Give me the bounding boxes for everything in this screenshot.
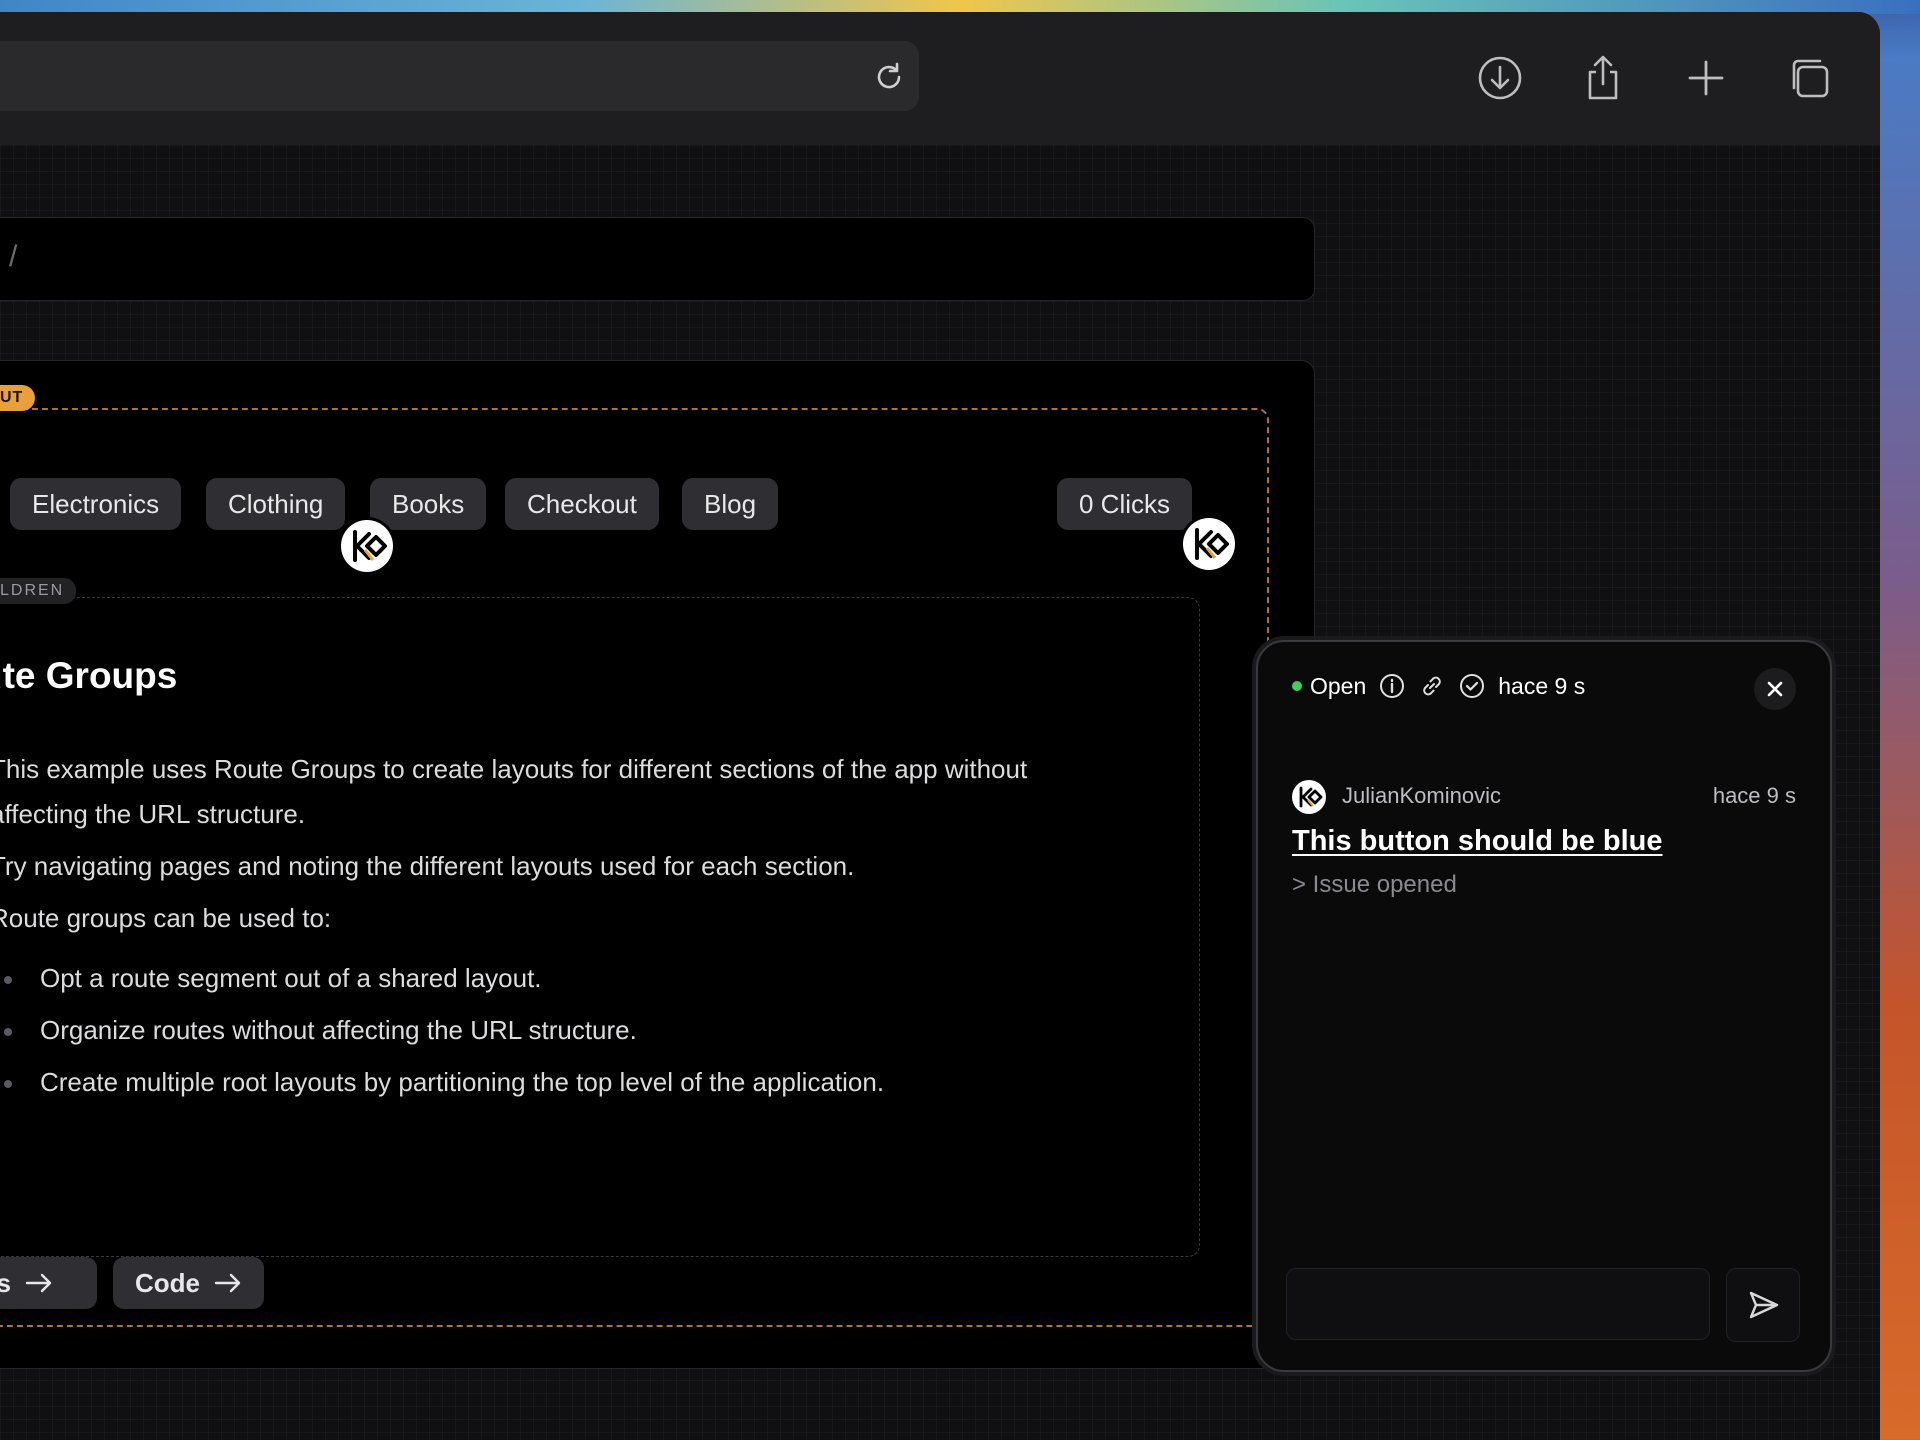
comment-pin-avatar[interactable]	[1183, 518, 1235, 570]
share-icon[interactable]	[1579, 54, 1627, 102]
comment-timestamp: hace 9 s	[1712, 783, 1796, 808]
breadcrumb: /	[0, 217, 1315, 301]
download-icon[interactable]	[1476, 54, 1524, 102]
list-item: Create multiple root layouts by partitio…	[40, 1067, 885, 1097]
info-icon[interactable]	[1378, 672, 1406, 700]
link-icon[interactable]	[1418, 672, 1446, 700]
resolve-check-icon[interactable]	[1458, 672, 1486, 700]
bullet-dot	[4, 976, 12, 984]
arrow-right-icon	[214, 1273, 241, 1293]
browser-toolbar	[0, 12, 1880, 145]
list-item: Organize routes without affecting the UR…	[40, 1015, 637, 1045]
docs-link-label: cs	[0, 1268, 11, 1298]
reload-icon[interactable]	[872, 60, 906, 94]
comment-author: JulianKominovic	[1342, 783, 1501, 808]
children-badge: LDREN	[0, 578, 77, 604]
code-link-label: Code	[135, 1268, 200, 1298]
close-button[interactable]	[1754, 668, 1796, 710]
page-title: ute Groups	[0, 655, 178, 696]
status-label: Open	[1310, 672, 1367, 699]
comment-header: Open hace 9 s	[1292, 672, 1585, 700]
nav-item-clothing[interactable]: Clothing	[206, 478, 346, 530]
comment-thread-panel: Open hace 9 s JulianKominovic hace 9 s T…	[1256, 640, 1832, 1372]
address-bar[interactable]	[0, 41, 919, 111]
comment-body: > Issue opened	[1292, 871, 1457, 898]
description-paragraph: Route groups can be used to:	[0, 903, 332, 933]
send-button[interactable]	[1726, 1268, 1800, 1342]
description-paragraph: affecting the URL structure.	[0, 799, 306, 829]
new-tab-icon[interactable]	[1682, 54, 1730, 102]
docs-link-button[interactable]: cs	[0, 1257, 97, 1309]
browser-window: / UT Electronics Clothing Books Checkout…	[0, 12, 1880, 1440]
tab-overview-icon[interactable]	[1785, 54, 1833, 102]
description-paragraph: This example uses Route Groups to create…	[0, 754, 1028, 784]
comment-title[interactable]: This button should be blue	[1292, 825, 1663, 858]
description-paragraph: Try navigating pages and noting the diff…	[0, 851, 855, 881]
status-dot-icon	[1292, 681, 1302, 691]
nav-item-checkout[interactable]: Checkout	[505, 478, 659, 530]
arrow-right-icon	[25, 1273, 52, 1293]
nav-item-electronics[interactable]: Electronics	[10, 478, 182, 530]
nav-item-blog[interactable]: Blog	[682, 478, 779, 530]
layout-badge: UT	[0, 385, 36, 411]
page-content: / UT Electronics Clothing Books Checkout…	[0, 145, 1880, 1440]
close-icon	[1767, 681, 1783, 697]
send-icon	[1749, 1291, 1779, 1319]
bullet-dot	[4, 1028, 12, 1036]
avatar	[1292, 780, 1326, 814]
code-link-button[interactable]: Code	[113, 1257, 264, 1309]
header-timestamp: hace 9 s	[1498, 672, 1586, 699]
list-item: Opt a route segment out of a shared layo…	[40, 963, 542, 993]
clicks-counter-button[interactable]: 0 Clicks	[1057, 478, 1193, 530]
bullet-dot	[4, 1080, 12, 1088]
reply-input[interactable]	[1286, 1268, 1710, 1340]
comment-pin-avatar[interactable]	[341, 520, 393, 572]
breadcrumb-separator: /	[9, 240, 18, 273]
